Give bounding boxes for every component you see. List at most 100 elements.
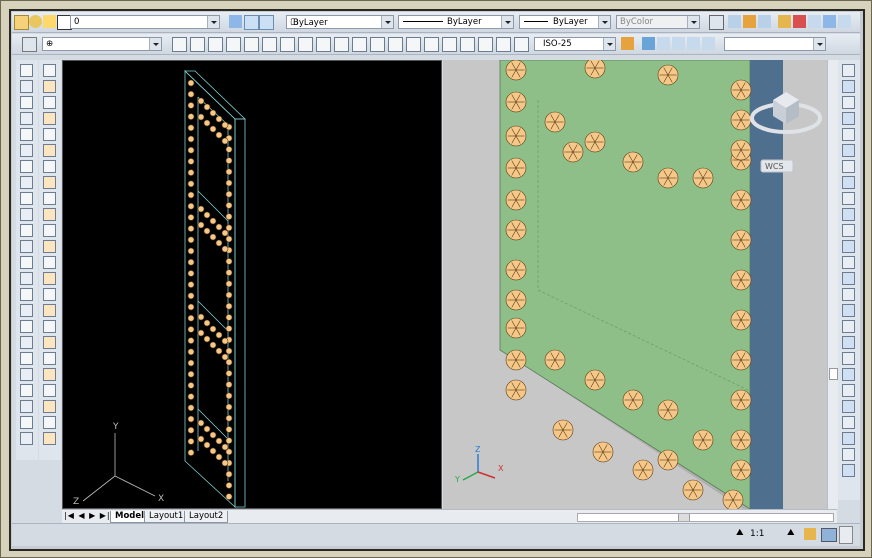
region-icon[interactable] xyxy=(20,320,33,333)
offset-icon[interactable] xyxy=(43,368,56,381)
planar-icon[interactable] xyxy=(842,192,855,205)
mirror-icon[interactable] xyxy=(43,352,56,365)
chevron-down-icon[interactable] xyxy=(603,38,615,50)
cone-icon[interactable] xyxy=(842,416,855,429)
mtext-icon[interactable] xyxy=(20,352,33,365)
chevron-down-icon[interactable] xyxy=(813,38,825,50)
center-mark-icon[interactable] xyxy=(424,37,439,52)
workspace-icon[interactable] xyxy=(22,37,37,52)
rotate-icon[interactable] xyxy=(43,416,56,429)
camera-icon[interactable] xyxy=(702,37,715,50)
move-icon[interactable] xyxy=(43,400,56,413)
dimstyle-icon[interactable] xyxy=(621,37,634,50)
layer-previous-icon[interactable] xyxy=(259,15,274,30)
fillet-icon[interactable] xyxy=(43,288,56,301)
chevron-down-icon[interactable] xyxy=(207,16,219,28)
properties-icon[interactable] xyxy=(838,15,851,28)
color-combo[interactable]: ▢ ByLayer xyxy=(286,15,394,29)
tray-settings-icon[interactable] xyxy=(821,528,837,542)
pan-icon[interactable] xyxy=(808,15,821,28)
copy-icon[interactable] xyxy=(43,80,56,93)
break-dim-icon[interactable] xyxy=(388,37,403,52)
jogged-linear-icon[interactable] xyxy=(460,37,475,52)
annotation-scale[interactable]: 1:1 xyxy=(750,529,764,539)
make-current-icon[interactable] xyxy=(244,15,259,30)
trim-icon[interactable] xyxy=(43,208,56,221)
polygon-icon[interactable] xyxy=(20,416,33,429)
layer-state-icon[interactable] xyxy=(14,15,29,30)
layer-combo[interactable]: 0 xyxy=(70,15,220,29)
3d-orbit-icon[interactable] xyxy=(642,37,655,50)
3d-rotate-icon[interactable] xyxy=(842,352,855,365)
sphere-icon[interactable] xyxy=(842,432,855,445)
offset-icon[interactable] xyxy=(43,112,56,125)
layer-manager-icon[interactable] xyxy=(229,15,242,28)
xline-icon[interactable] xyxy=(20,384,33,397)
join-icon[interactable] xyxy=(43,256,56,269)
vertical-scrollbar[interactable] xyxy=(827,60,838,509)
scale-icon[interactable] xyxy=(43,176,56,189)
plotstyle-combo[interactable]: ByColor xyxy=(616,15,700,29)
box-icon[interactable] xyxy=(842,64,855,77)
cone-icon[interactable] xyxy=(842,96,855,109)
ordinate-icon[interactable] xyxy=(226,37,241,52)
wedge-icon[interactable] xyxy=(842,80,855,93)
chevron-down-icon[interactable] xyxy=(381,16,393,28)
chevron-down-icon[interactable] xyxy=(501,16,513,28)
chevron-down-icon[interactable] xyxy=(149,38,161,50)
rectangle-icon[interactable] xyxy=(20,128,33,141)
flag-icon[interactable] xyxy=(758,15,771,28)
lightbulb-icon[interactable] xyxy=(29,15,42,28)
dimstyle-combo[interactable]: ISO-25 xyxy=(534,37,616,51)
edit-text-icon[interactable] xyxy=(496,37,511,52)
text-window-icon[interactable] xyxy=(709,15,724,30)
swivel-icon[interactable] xyxy=(657,37,670,50)
hatch-icon[interactable] xyxy=(20,288,33,301)
edit-icon[interactable] xyxy=(743,15,756,28)
table-icon[interactable] xyxy=(20,336,33,349)
chamfer-icon[interactable] xyxy=(43,272,56,285)
baseline-icon[interactable] xyxy=(334,37,349,52)
chevron-down-icon[interactable] xyxy=(687,16,699,28)
angular-icon[interactable] xyxy=(298,37,313,52)
insert-icon[interactable] xyxy=(20,240,33,253)
stretch-icon[interactable] xyxy=(43,192,56,205)
spline-icon[interactable] xyxy=(20,192,33,205)
pyramid-icon[interactable] xyxy=(842,160,855,173)
model-viewport[interactable]: Y Z X xyxy=(62,60,442,509)
workspace-switch-icon[interactable] xyxy=(804,528,816,540)
torus-icon[interactable] xyxy=(842,464,855,477)
spacing-icon[interactable] xyxy=(370,37,385,52)
visual-style-combo[interactable] xyxy=(724,37,826,51)
tab-layout1[interactable]: Layout1 xyxy=(144,511,189,523)
named-view-combo[interactable]: ⊕ xyxy=(42,37,162,51)
hatch-icon[interactable] xyxy=(728,15,741,28)
circle-icon[interactable] xyxy=(20,160,33,173)
linear-dim-icon[interactable] xyxy=(172,37,187,52)
fly-icon[interactable] xyxy=(687,37,700,50)
extend-icon[interactable] xyxy=(43,224,56,237)
intersect-icon[interactable] xyxy=(842,320,855,333)
extrude-icon[interactable] xyxy=(842,208,855,221)
revolve-icon[interactable] xyxy=(842,256,855,269)
aligned-dim-icon[interactable] xyxy=(190,37,205,52)
move-icon[interactable] xyxy=(43,144,56,157)
shaded-viewport[interactable]: WCS Z Y X xyxy=(443,60,827,509)
jogged-icon[interactable] xyxy=(262,37,277,52)
horizontal-scrollbar[interactable] xyxy=(577,513,834,522)
tab-nav-arrows[interactable]: |◀ ◀ ▶ ▶| xyxy=(64,511,111,520)
union-icon[interactable] xyxy=(842,288,855,301)
diameter-icon[interactable] xyxy=(280,37,295,52)
arc-icon[interactable] xyxy=(20,144,33,157)
helix-icon[interactable] xyxy=(842,176,855,189)
sun-icon[interactable] xyxy=(43,15,56,28)
render-icon[interactable] xyxy=(793,15,806,28)
cylinder-icon[interactable] xyxy=(842,448,855,461)
xline-icon[interactable] xyxy=(20,80,33,93)
inspect-icon[interactable] xyxy=(442,37,457,52)
loft-icon[interactable] xyxy=(842,272,855,285)
status-menu-button[interactable] xyxy=(839,526,853,544)
point-icon[interactable] xyxy=(20,272,33,285)
scroll-thumb[interactable] xyxy=(829,368,838,380)
block-icon[interactable] xyxy=(20,256,33,269)
